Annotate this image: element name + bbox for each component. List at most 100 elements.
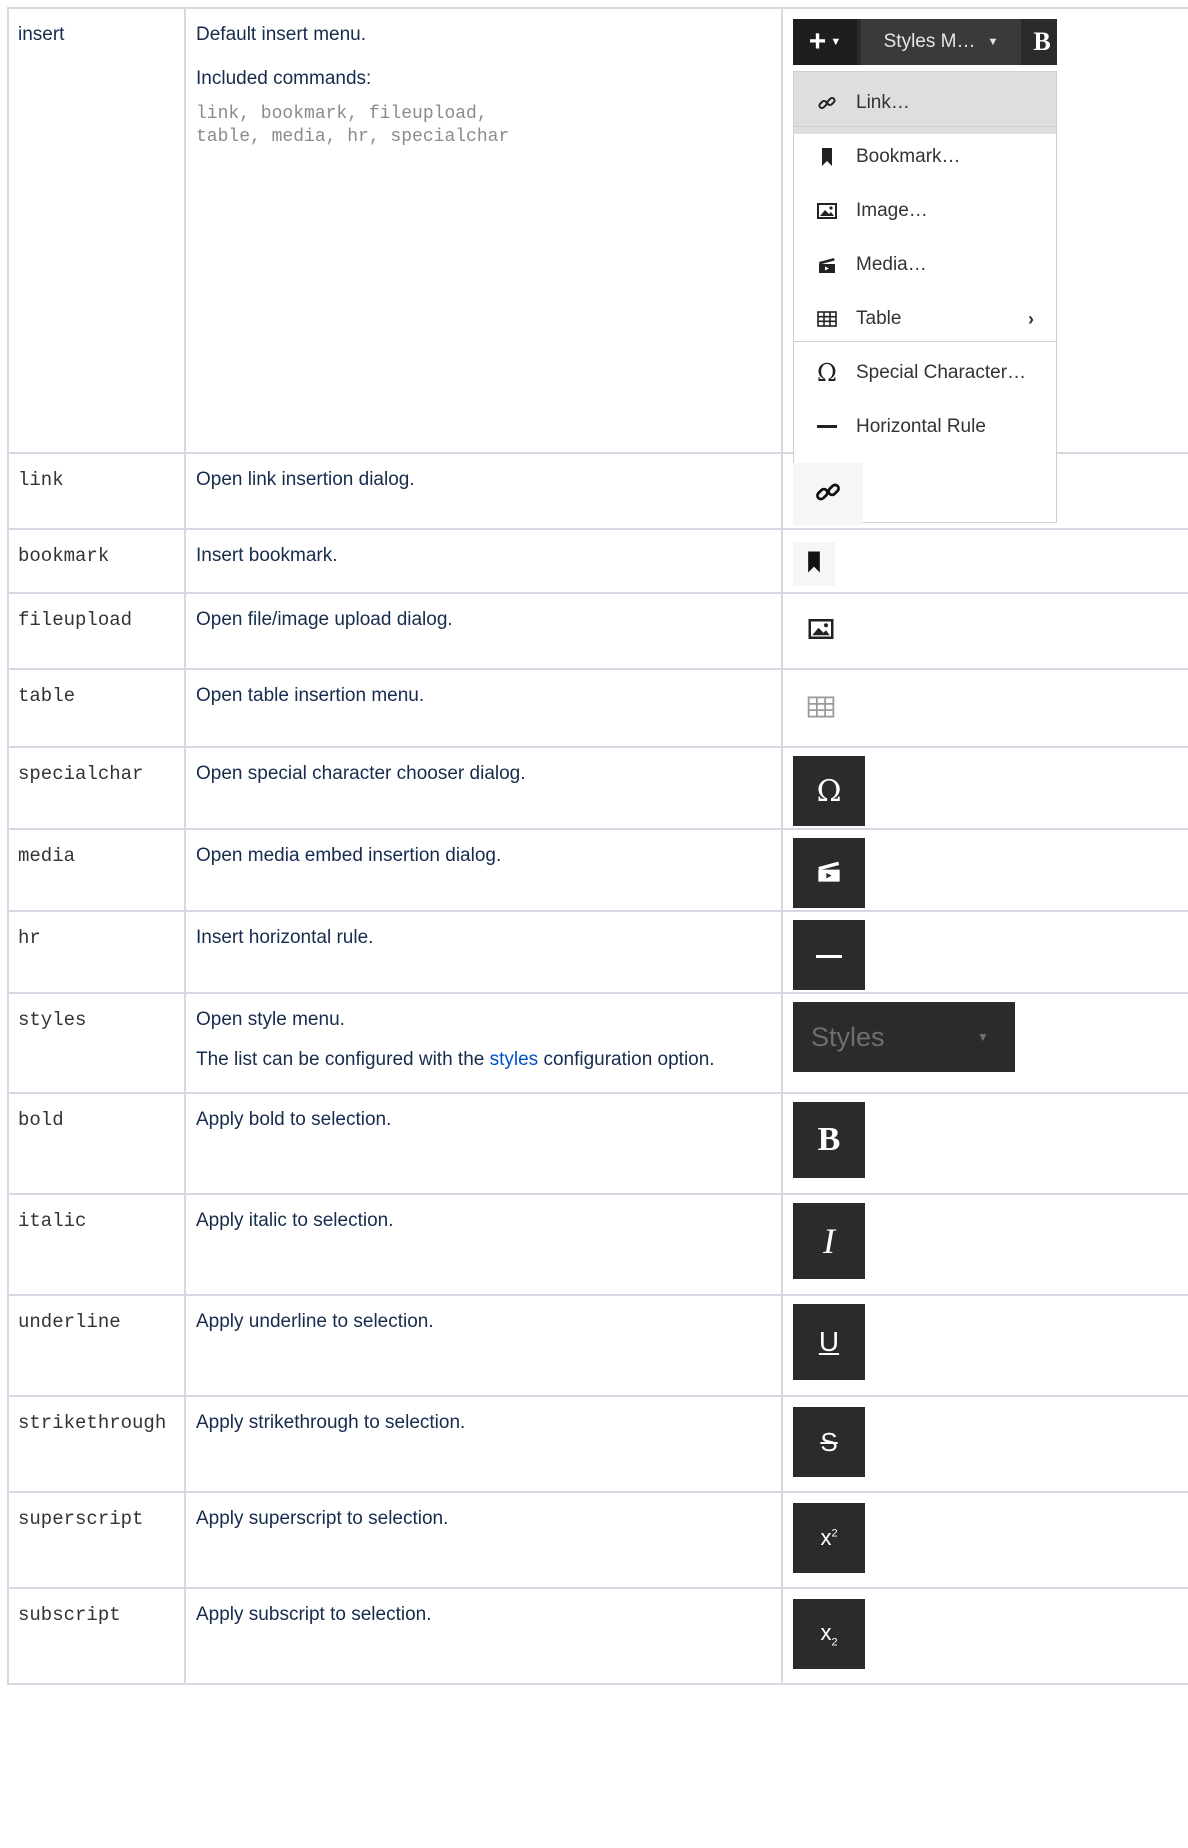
command-description: Open table insertion menu. bbox=[196, 685, 425, 706]
underline-icon: U bbox=[818, 1326, 840, 1357]
table-row: fileupload Open file/image upload dialog… bbox=[7, 592, 1188, 670]
command-description: Apply italic to selection. bbox=[196, 1210, 394, 1231]
command-name: specialchar bbox=[18, 763, 144, 785]
link-icon bbox=[814, 478, 842, 511]
chevron-right-icon: › bbox=[1028, 308, 1034, 329]
table-row: link Open link insertion dialog. bbox=[7, 452, 1188, 530]
command-name: hr bbox=[18, 927, 41, 949]
omega-icon: Ω bbox=[816, 773, 842, 809]
included-commands-label: Included commands: bbox=[196, 68, 372, 89]
command-name: media bbox=[18, 845, 76, 867]
table-icon bbox=[807, 695, 835, 723]
bold-button[interactable]: B bbox=[1027, 19, 1057, 65]
menu-item-special-character[interactable]: Ω Special Character… bbox=[794, 342, 1056, 404]
table-row: italic Apply italic to selection. I bbox=[7, 1193, 1188, 1296]
table-icon bbox=[812, 311, 842, 327]
command-name: underline bbox=[18, 1311, 121, 1333]
command-name: bookmark bbox=[18, 545, 110, 567]
command-name: link bbox=[18, 469, 64, 491]
table-row: hr Insert horizontal rule. bbox=[7, 910, 1188, 994]
strikethrough-button-preview: S bbox=[793, 1407, 865, 1477]
styles-label: Styles bbox=[811, 1022, 885, 1052]
included-commands-code: link, bookmark, fileupload, table, media… bbox=[196, 104, 510, 147]
italic-icon: I bbox=[823, 1221, 835, 1261]
bookmark-icon bbox=[807, 551, 821, 578]
image-icon bbox=[808, 618, 834, 644]
command-description: Apply superscript to selection. bbox=[196, 1508, 449, 1529]
omega-icon: Ω bbox=[817, 359, 837, 387]
link-button-preview bbox=[793, 463, 863, 525]
underline-button-preview: U bbox=[793, 1304, 865, 1380]
media-icon bbox=[817, 859, 841, 888]
command-description: Apply underline to selection. bbox=[196, 1311, 434, 1332]
strikethrough-icon: S bbox=[820, 1426, 838, 1457]
horizontal-rule-icon bbox=[812, 425, 842, 429]
caret-down-icon: ▼ bbox=[830, 36, 842, 48]
table-row: bold Apply bold to selection. B bbox=[7, 1092, 1188, 1195]
command-description: Apply strikethrough to selection. bbox=[196, 1412, 466, 1433]
table-row: insert Default insert menu. Included com… bbox=[7, 7, 1188, 523]
table-row: table Open table insertion menu. bbox=[7, 668, 1188, 748]
bookmark-icon bbox=[812, 148, 842, 166]
caret-down-icon: ▼ bbox=[987, 36, 999, 48]
command-description: Apply bold to selection. bbox=[196, 1109, 392, 1130]
command-name: strikethrough bbox=[18, 1412, 167, 1434]
command-description: Open special character chooser dialog. bbox=[196, 763, 526, 784]
styles-config-note: The list can be configured with the styl… bbox=[196, 1049, 715, 1070]
horizontal-rule-icon bbox=[816, 946, 842, 964]
special-character-button-preview: Ω bbox=[793, 756, 865, 826]
table-row: superscript Apply superscript to selecti… bbox=[7, 1491, 1188, 1589]
styles-config-link[interactable]: styles bbox=[490, 1049, 539, 1070]
subscript-button-preview: x2 bbox=[793, 1599, 865, 1669]
table-row: underline Apply underline to selection. … bbox=[7, 1294, 1188, 1397]
command-description: Insert horizontal rule. bbox=[196, 927, 374, 948]
table-row: specialchar Open special character choos… bbox=[7, 746, 1188, 830]
insert-menu-button[interactable]: + ▼ bbox=[793, 19, 857, 65]
styles-menu-button[interactable]: Styles M… ▼ bbox=[861, 19, 1021, 65]
table-row: bookmark Insert bookmark. bbox=[7, 528, 1188, 594]
menu-item-media[interactable]: Media… bbox=[794, 234, 1056, 296]
command-name: styles bbox=[18, 1009, 87, 1031]
menu-item-horizontal-rule[interactable]: Horizontal Rule bbox=[794, 396, 1056, 458]
table-row: styles Open style menu. The list can be … bbox=[7, 992, 1188, 1094]
table-button-preview bbox=[801, 694, 841, 724]
command-description: Open style menu. bbox=[196, 1009, 345, 1030]
subscript-icon: x2 bbox=[820, 1619, 838, 1649]
command-name: subscript bbox=[18, 1604, 121, 1626]
command-name: fileupload bbox=[18, 609, 133, 631]
editor-toolbar: + ▼ Styles M… ▼ B bbox=[793, 19, 1057, 65]
caret-down-icon: ▼ bbox=[977, 1030, 989, 1044]
bold-button-preview: B bbox=[793, 1102, 865, 1178]
menu-item-bookmark[interactable]: Bookmark… bbox=[794, 126, 1056, 188]
media-icon bbox=[812, 256, 842, 274]
bold-icon: B bbox=[817, 1121, 841, 1158]
command-name: superscript bbox=[18, 1508, 144, 1530]
table-row: media Open media embed insertion dialog. bbox=[7, 828, 1188, 912]
styles-dropdown-preview: Styles ▼ bbox=[793, 1002, 1015, 1072]
image-button-preview bbox=[801, 616, 841, 646]
media-button-preview bbox=[793, 838, 865, 908]
command-description: Open link insertion dialog. bbox=[196, 469, 415, 490]
command-name: italic bbox=[18, 1210, 87, 1232]
table-row: subscript Apply subscript to selection. … bbox=[7, 1587, 1188, 1685]
image-icon bbox=[812, 203, 842, 219]
link-icon bbox=[812, 93, 842, 113]
command-name: table bbox=[18, 685, 76, 707]
command-description: Apply subscript to selection. bbox=[196, 1604, 432, 1625]
menu-item-link[interactable]: Link… bbox=[794, 72, 1056, 134]
bookmark-button-preview bbox=[793, 542, 835, 586]
insert-menu-preview: + ▼ Styles M… ▼ B Link… Bookmark… Image…… bbox=[793, 19, 1057, 523]
superscript-icon: x2 bbox=[820, 1525, 838, 1550]
command-description: Open file/image upload dialog. bbox=[196, 609, 453, 630]
command-description: Insert bookmark. bbox=[196, 545, 338, 566]
italic-button-preview: I bbox=[793, 1203, 865, 1279]
menu-item-image[interactable]: Image… bbox=[794, 180, 1056, 242]
command-name: bold bbox=[18, 1109, 64, 1131]
superscript-button-preview: x2 bbox=[793, 1503, 865, 1573]
table-row: strikethrough Apply strikethrough to sel… bbox=[7, 1395, 1188, 1493]
commands-table: insert Default insert menu. Included com… bbox=[7, 7, 1188, 1685]
horizontal-rule-button-preview bbox=[793, 920, 865, 990]
command-description: Default insert menu. bbox=[196, 24, 367, 45]
command-description: Open media embed insertion dialog. bbox=[196, 845, 502, 866]
command-name: insert bbox=[18, 24, 65, 45]
